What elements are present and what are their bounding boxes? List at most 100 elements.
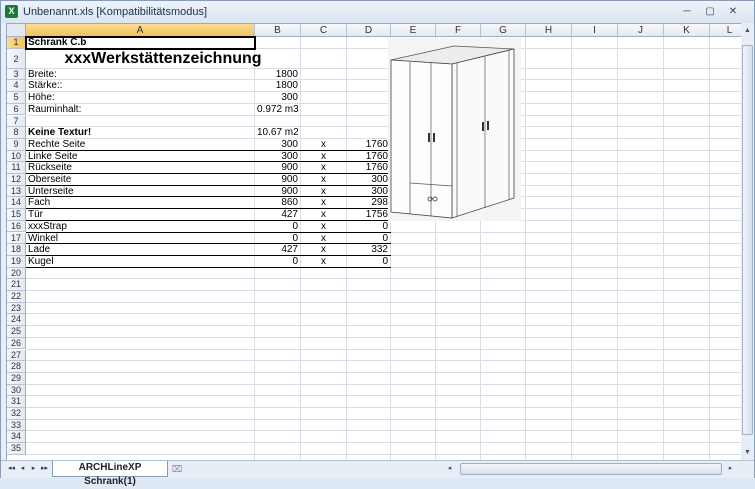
row-header-25[interactable]: 25 [7,326,26,338]
column-header-j[interactable]: J [618,24,664,37]
row-header-19[interactable]: 19 [7,255,26,268]
scroll-right-icon[interactable]: ▸ [725,463,736,475]
dimension-value[interactable]: 1800 [257,69,298,81]
cell-a2-heading[interactable]: xxxWerkstättenzeichnung [28,49,298,69]
gridline-vertical [663,37,664,461]
gridline-horizontal [26,395,741,397]
close-button[interactable]: ✕ [724,5,742,19]
vertical-scroll-thumb[interactable] [742,45,753,435]
select-all-corner[interactable] [7,24,26,37]
spreadsheet-grid[interactable]: A B C D E F G H I J K L 1 2 3 4 5 6 7 8 9 10 11 12 13 14 15 16 17 18 1… [6,23,742,462]
row-header-6[interactable]: 6 [7,103,26,116]
row-header-2[interactable]: 2 [7,48,26,69]
gridline-horizontal [26,348,741,350]
column-header-g[interactable]: G [481,24,526,37]
texture-value[interactable]: 10.67 m2 [257,127,299,139]
gridline-horizontal [26,430,741,432]
row-header-7[interactable]: 7 [7,115,26,128]
vertical-scrollbar[interactable]: ▲ ▼ [741,23,754,460]
title-bar: X Unbenannt.xls [Kompatibilitätsmodus] ─… [1,1,754,23]
row-header-32[interactable]: 32 [7,408,26,420]
row-header-11[interactable]: 11 [7,162,26,174]
first-sheet-icon[interactable]: ◂◂ [7,464,16,474]
row-header-13[interactable]: 13 [7,185,26,198]
row-header-4[interactable]: 4 [7,80,26,93]
column-header-e[interactable]: E [391,24,436,37]
column-header-b[interactable]: B [255,24,301,37]
row-header-28[interactable]: 28 [7,361,26,373]
column-header-i[interactable]: I [572,24,618,37]
row-header-27[interactable]: 27 [7,349,26,362]
row-header-30[interactable]: 30 [7,384,26,397]
next-sheet-icon[interactable]: ▸ [29,464,38,474]
row-header-35[interactable]: 35 [7,443,26,455]
gridline-horizontal [26,371,741,373]
minimize-button[interactable]: ─ [678,5,696,19]
row-header-14[interactable]: 14 [7,197,26,210]
column-header-l[interactable]: L [710,24,741,37]
gridline-horizontal [26,313,741,315]
row-header-26[interactable]: 26 [7,337,26,350]
maximize-button[interactable]: ▢ [701,5,719,19]
row-header-34[interactable]: 34 [7,431,26,444]
column-header-h[interactable]: H [526,24,572,37]
row-header-10[interactable]: 10 [7,150,26,163]
row-header-21[interactable]: 21 [7,279,26,291]
row-header-31[interactable]: 31 [7,396,26,408]
scroll-down-icon[interactable]: ▼ [742,447,753,458]
gridline-horizontal [26,383,741,385]
row-header-20[interactable]: 20 [7,267,26,280]
row-header-15[interactable]: 15 [7,209,26,221]
row-header-17[interactable]: 17 [7,232,26,245]
insert-sheet-icon[interactable]: ⌧ [169,463,185,475]
prev-sheet-icon[interactable]: ◂ [18,464,27,474]
gridline-horizontal [26,290,741,291]
excel-window: X Unbenannt.xls [Kompatibilitätsmodus] ─… [0,0,755,487]
row-header-22[interactable]: 22 [7,291,26,303]
dimension-label[interactable]: Höhe: [28,92,252,104]
horizontal-scroll-thumb[interactable] [460,463,722,475]
gridline-vertical [571,37,572,461]
texture-label[interactable]: Keine Textur! [28,127,252,139]
dimension-value[interactable]: 1800 [257,80,298,92]
dimension-label[interactable]: Rauminhalt: [28,104,252,116]
dimension-value[interactable]: 300 [257,92,298,104]
row-header-18[interactable]: 18 [7,244,26,256]
row-header-16[interactable]: 16 [7,220,26,233]
dimension-label[interactable]: Breite: [28,69,252,81]
gridline-vertical [525,37,526,461]
last-sheet-icon[interactable]: ▸▸ [40,464,49,474]
cabinet-drawing [388,38,521,221]
gridline-vertical [709,37,710,461]
dimension-value[interactable]: 0.972 m3 [257,104,299,116]
row-header-3[interactable]: 3 [7,68,26,81]
scroll-up-icon[interactable]: ▲ [742,25,753,36]
gridline-horizontal [26,301,741,303]
row-header-24[interactable]: 24 [7,314,26,327]
gridline-horizontal [26,336,741,338]
row-header-23[interactable]: 23 [7,302,26,315]
column-header-k[interactable]: K [664,24,710,37]
scroll-left-icon[interactable]: ◂ [444,463,455,475]
column-header-f[interactable]: F [436,24,481,37]
column-header-d[interactable]: D [347,24,391,37]
row-header-33[interactable]: 33 [7,419,26,432]
gridline-horizontal [26,278,741,280]
sheet-tab-bar: ◂◂ ◂ ▸ ▸▸ ARCHLineXP Schrank(1) ⌧ ◂ ▸ [1,460,754,487]
row-header-9[interactable]: 9 [7,138,26,151]
sheet-tab-archlinexp-schrank[interactable]: ARCHLineXP Schrank(1) [52,461,168,487]
gridline-horizontal [26,360,741,362]
row-header-12[interactable]: 12 [7,174,26,186]
dimension-label[interactable]: Stärke:: [28,80,252,92]
gridline-horizontal [26,325,741,327]
row-header-5[interactable]: 5 [7,92,26,104]
gridline-horizontal [26,442,741,444]
row-header-8[interactable]: 8 [7,127,26,139]
gridline-vertical [346,37,347,461]
row-header-29[interactable]: 29 [7,372,26,385]
column-header-c[interactable]: C [301,24,347,37]
active-cell-selection [25,36,256,50]
horizontal-scrollbar[interactable]: ◂ ▸ [442,463,738,475]
row-header-1[interactable]: 1 [7,37,26,49]
excel-icon[interactable]: X [5,5,18,18]
